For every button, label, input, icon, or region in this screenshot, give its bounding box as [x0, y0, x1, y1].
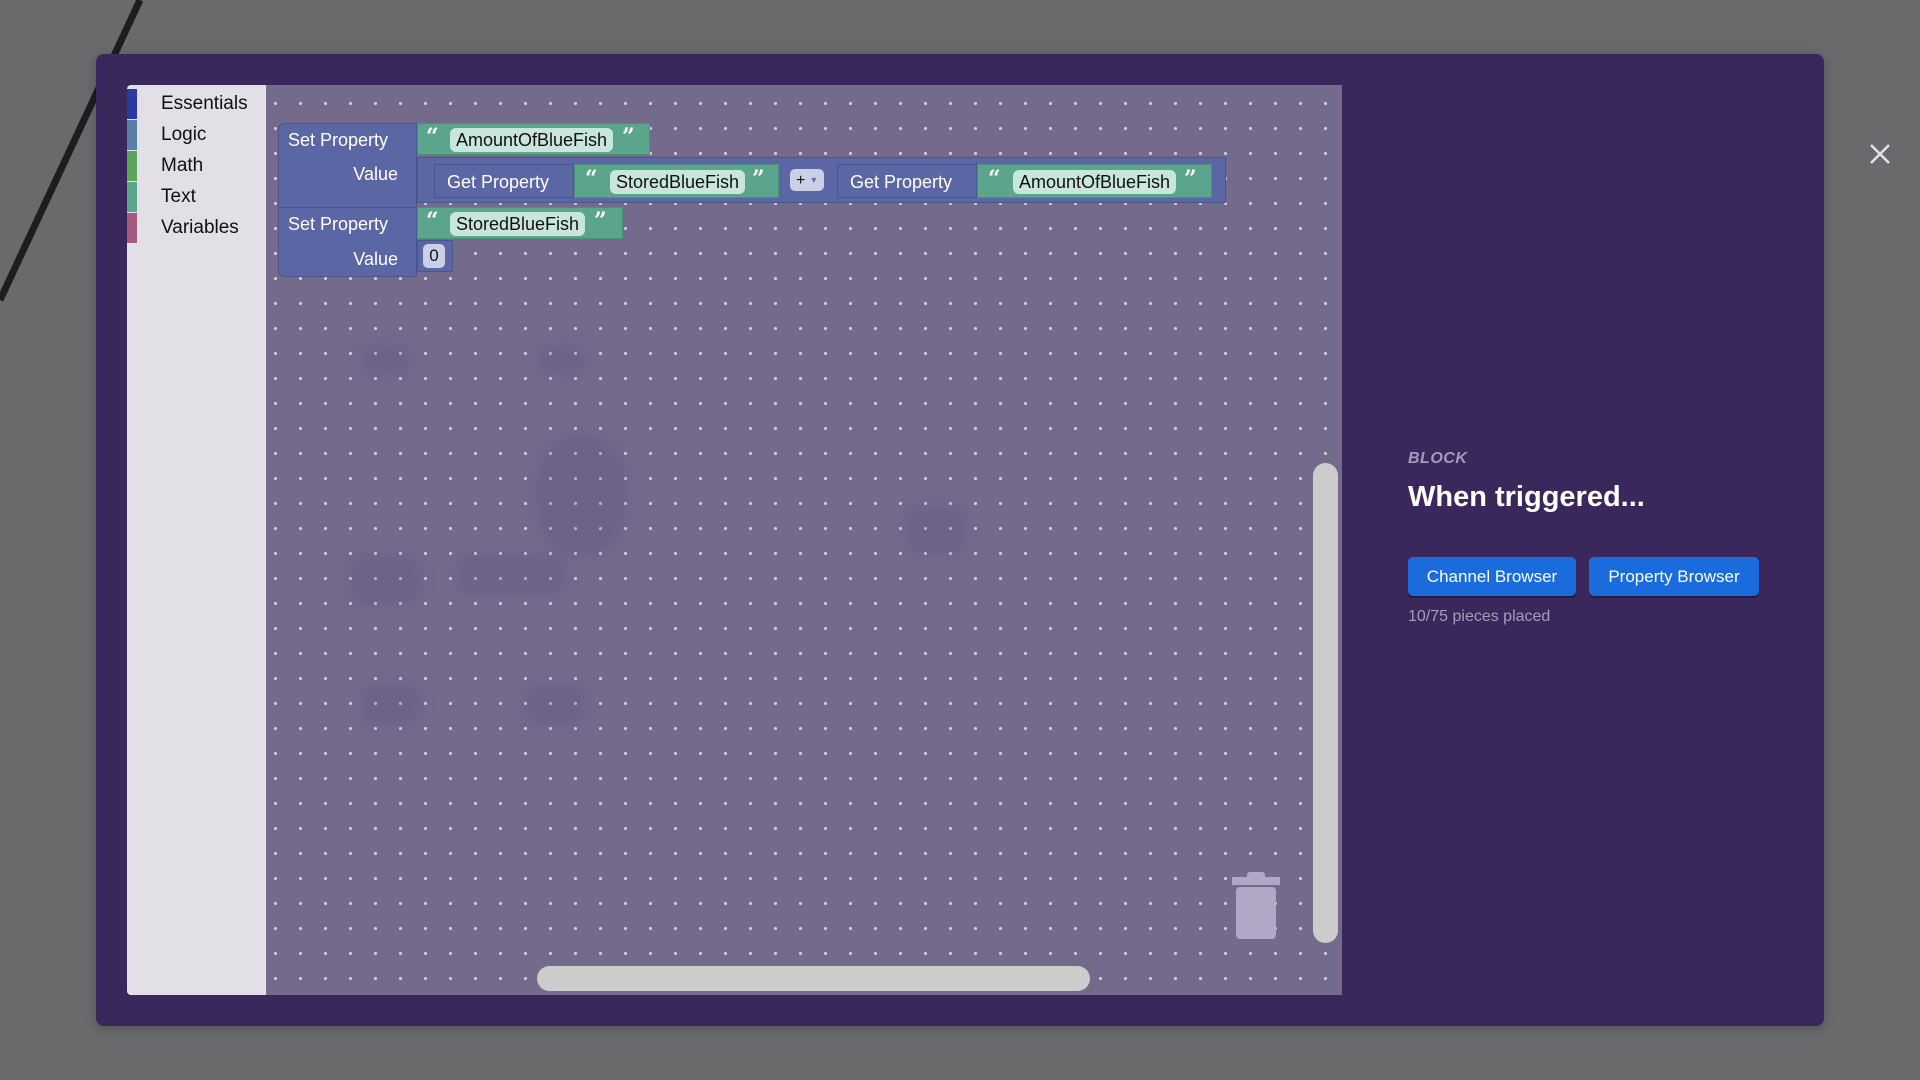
number-field[interactable]: 0	[423, 244, 445, 268]
block-label: Get Property	[850, 172, 953, 192]
category-swatch	[127, 213, 137, 243]
block-label: Get Property	[447, 172, 550, 192]
text-block[interactable]: “ AmountOfBlueFish ”	[417, 123, 650, 155]
close-icon	[1870, 144, 1890, 164]
quote-open-icon: “	[585, 166, 598, 192]
toolbox-category-text[interactable]: Text	[127, 182, 266, 212]
quote-close-icon: ”	[594, 208, 607, 234]
ghost-shape	[526, 685, 586, 725]
toolbox-category-essentials[interactable]: Essentials	[127, 89, 266, 119]
block-label: Set Property	[288, 214, 389, 234]
workspace-canvas[interactable]: Set Property Value “ AmountOfBlueFish ” …	[266, 85, 1342, 995]
number-block[interactable]: 0	[417, 240, 453, 272]
block-label: Set Property	[288, 130, 389, 150]
ghost-shape	[536, 345, 586, 375]
get-property-block[interactable]: Get Property	[434, 164, 574, 198]
get-property-block[interactable]: Get Property	[837, 164, 977, 198]
text-block[interactable]: “ AmountOfBlueFish ”	[977, 164, 1212, 198]
category-swatch	[127, 120, 137, 150]
value-label: Value	[353, 164, 398, 184]
panel-label: BLOCK	[1408, 450, 1468, 467]
toolbox-category-logic[interactable]: Logic	[127, 120, 266, 150]
category-label: Variables	[161, 217, 239, 238]
channel-browser-button[interactable]: Channel Browser	[1408, 557, 1576, 596]
close-button[interactable]	[1866, 140, 1894, 168]
toolbox-category-variables[interactable]: Variables	[127, 213, 266, 243]
property-browser-button[interactable]: Property Browser	[1589, 557, 1759, 596]
text-field[interactable]: StoredBlueFish	[610, 170, 746, 194]
quote-open-icon: “	[988, 166, 1001, 192]
category-label: Text	[161, 186, 196, 207]
dropdown-arrow-icon: ▼	[809, 175, 819, 185]
category-label: Essentials	[161, 93, 248, 114]
text-field[interactable]: AmountOfBlueFish	[450, 128, 614, 152]
category-swatch	[127, 89, 137, 119]
ghost-shape	[361, 345, 411, 375]
set-property-block[interactable]: Set Property Value	[278, 207, 417, 277]
ghost-shape	[361, 685, 421, 725]
pieces-placed-status: 10/75 pieces placed	[1408, 608, 1551, 625]
text-field[interactable]: AmountOfBlueFish	[1013, 170, 1177, 194]
ghost-shape	[536, 435, 626, 555]
toolbox: Essentials Logic Math Text Variables	[127, 85, 266, 995]
ghost-shape	[351, 555, 421, 605]
quote-close-icon: ”	[752, 166, 765, 192]
text-field[interactable]: StoredBlueFish	[450, 212, 586, 236]
category-swatch	[127, 151, 137, 181]
horizontal-scrollbar[interactable]	[537, 966, 1090, 991]
vertical-scrollbar[interactable]	[1313, 463, 1338, 943]
operator-value: +	[796, 172, 806, 189]
math-arithmetic-block[interactable]: Get Property “ StoredBlueFish ” + ▼ Get P…	[417, 157, 1226, 203]
text-block[interactable]: “ StoredBlueFish ”	[574, 164, 779, 198]
category-label: Logic	[161, 124, 207, 145]
set-property-block[interactable]: Set Property Value	[278, 123, 417, 210]
ghost-shape	[456, 555, 566, 595]
quote-open-icon: “	[426, 208, 439, 234]
category-swatch	[127, 182, 137, 212]
ghost-shape	[906, 505, 966, 555]
quote-close-icon: ”	[1184, 166, 1197, 192]
category-label: Math	[161, 155, 204, 176]
quote-close-icon: ”	[622, 124, 635, 150]
quote-open-icon: “	[426, 124, 439, 150]
trash-can-icon[interactable]	[1228, 871, 1284, 941]
toolbox-category-math[interactable]: Math	[127, 151, 266, 181]
blockly-workspace: Essentials Logic Math Text Variables Set…	[127, 85, 1342, 995]
value-label: Value	[353, 249, 398, 269]
operator-dropdown[interactable]: + ▼	[790, 169, 824, 191]
text-block[interactable]: “ StoredBlueFish ”	[417, 207, 623, 239]
panel-title: When triggered...	[1408, 481, 1645, 513]
